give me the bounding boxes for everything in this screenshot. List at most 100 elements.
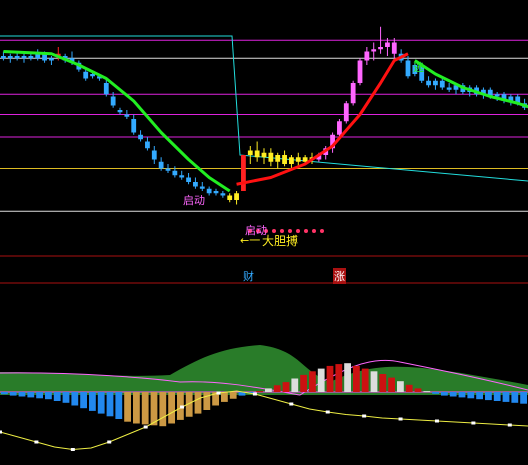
candle-body-36 <box>247 150 253 155</box>
candle-body-56 <box>385 42 390 47</box>
candle-body-34 <box>234 193 239 200</box>
candle-body-0 <box>1 56 6 59</box>
histogram-bar-13 <box>115 392 123 419</box>
histogram-bar-22 <box>194 392 202 414</box>
candle-body-12 <box>83 71 89 79</box>
histogram-bar-33 <box>291 378 299 392</box>
oscillator-marker-14 <box>252 392 257 396</box>
candle-body-35 <box>241 155 246 191</box>
histogram-bar-19 <box>168 392 175 424</box>
histogram-bar-42 <box>370 371 378 392</box>
histogram-bar-46 <box>405 384 413 392</box>
candle-body-19 <box>131 119 137 133</box>
histogram-bar-8 <box>71 392 79 406</box>
histogram-bar-56 <box>493 392 501 401</box>
histogram-bar-53 <box>467 392 475 399</box>
candle-body-26 <box>179 175 185 178</box>
oscillator-marker-26 <box>471 421 476 425</box>
candle-body-28 <box>193 182 198 187</box>
candle-body-63 <box>433 80 438 86</box>
oscillator-marker-0 <box>0 430 2 434</box>
candle-body-41 <box>282 155 287 164</box>
histogram-bar-32 <box>282 382 290 392</box>
oscillator-marker-24 <box>434 419 439 423</box>
candle-body-20 <box>138 134 143 140</box>
histogram-bar-58 <box>511 392 519 403</box>
candle-body-15 <box>103 83 109 95</box>
histogram-bar-41 <box>361 368 369 392</box>
histogram-bar-25 <box>221 392 228 402</box>
histogram-bar-47 <box>414 388 422 392</box>
histogram-bar-57 <box>502 392 510 402</box>
histogram-bar-35 <box>309 371 316 392</box>
signal-escape-label: 逃 <box>413 61 424 74</box>
histogram-bar-54 <box>476 392 483 400</box>
candle-body-25 <box>172 170 178 176</box>
candle-body-40 <box>275 155 281 162</box>
candle-body-38 <box>261 152 267 158</box>
candle-body-13 <box>90 74 95 77</box>
histogram-bar-52 <box>458 392 466 398</box>
histogram-bar-38 <box>335 364 343 392</box>
candle-body-57 <box>391 42 397 54</box>
marker-zhang: 涨 <box>333 268 346 284</box>
oscillator-marker-8 <box>143 425 148 429</box>
histogram-bar-30 <box>265 388 272 392</box>
histogram-bar-10 <box>89 392 96 411</box>
signal-dot-9 <box>320 229 324 233</box>
histogram-bar-7 <box>62 392 70 403</box>
marker-cai: 财 <box>243 270 254 283</box>
histogram-bar-4 <box>36 392 43 399</box>
histogram-bar-17 <box>150 392 158 426</box>
candle-body-64 <box>439 80 445 88</box>
candle-body-65 <box>446 87 452 90</box>
candle-body-22 <box>151 150 157 160</box>
green-area-band <box>0 345 528 395</box>
candle-body-7 <box>49 58 54 61</box>
oscillator-marker-6 <box>107 440 112 444</box>
candle-body-31 <box>213 191 219 194</box>
candle-body-43 <box>295 157 301 162</box>
candle-body-52 <box>357 60 363 83</box>
candle-body-4 <box>28 56 34 59</box>
histogram-bar-51 <box>449 392 457 397</box>
signal-arrow-label: ←一 <box>240 234 261 247</box>
candle-body-59 <box>405 60 411 77</box>
oscillator-marker-22 <box>398 417 403 421</box>
oscillator-marker-12 <box>216 391 221 395</box>
oscillator-marker-16 <box>289 402 294 406</box>
candle-body-1 <box>7 56 13 59</box>
histogram-bar-0 <box>1 392 8 395</box>
histogram-bar-5 <box>45 392 52 400</box>
candle-body-3 <box>21 56 27 59</box>
histogram-bar-29 <box>256 391 263 393</box>
oscillator-marker-4 <box>70 448 75 451</box>
candle-body-72 <box>494 94 500 97</box>
candle-body-23 <box>158 161 164 169</box>
oscillator-marker-28 <box>507 423 512 427</box>
oscillator-line <box>0 390 528 451</box>
signal-dot-8 <box>312 229 316 233</box>
signal-start-label: 启动 <box>183 194 205 207</box>
candle-body-42 <box>289 157 294 164</box>
candle-body-39 <box>268 152 274 162</box>
candle-body-50 <box>343 103 349 122</box>
histogram-bar-1 <box>9 392 17 396</box>
candle-body-24 <box>165 168 171 171</box>
histogram-bar-26 <box>229 392 237 399</box>
oscillator-marker-18 <box>325 410 330 414</box>
green-ma-line-2 <box>414 59 528 109</box>
red-ma-line <box>236 52 409 186</box>
signal-bold-label: 大胆搏 <box>262 234 299 248</box>
candle-body-54 <box>371 49 377 52</box>
candle-body-16 <box>110 96 116 106</box>
oscillator-marker-10 <box>180 405 185 409</box>
histogram-bar-44 <box>388 377 395 392</box>
stock-chart-window: 逃 启动 启动 ←一 大胆搏 财 涨 <box>0 0 528 465</box>
histogram-bar-50 <box>441 392 448 396</box>
histogram-bar-18 <box>159 392 167 427</box>
candle-body-30 <box>206 188 212 194</box>
histogram-bar-15 <box>133 392 140 424</box>
candle-body-53 <box>364 51 370 61</box>
histogram-bar-31 <box>273 385 281 392</box>
